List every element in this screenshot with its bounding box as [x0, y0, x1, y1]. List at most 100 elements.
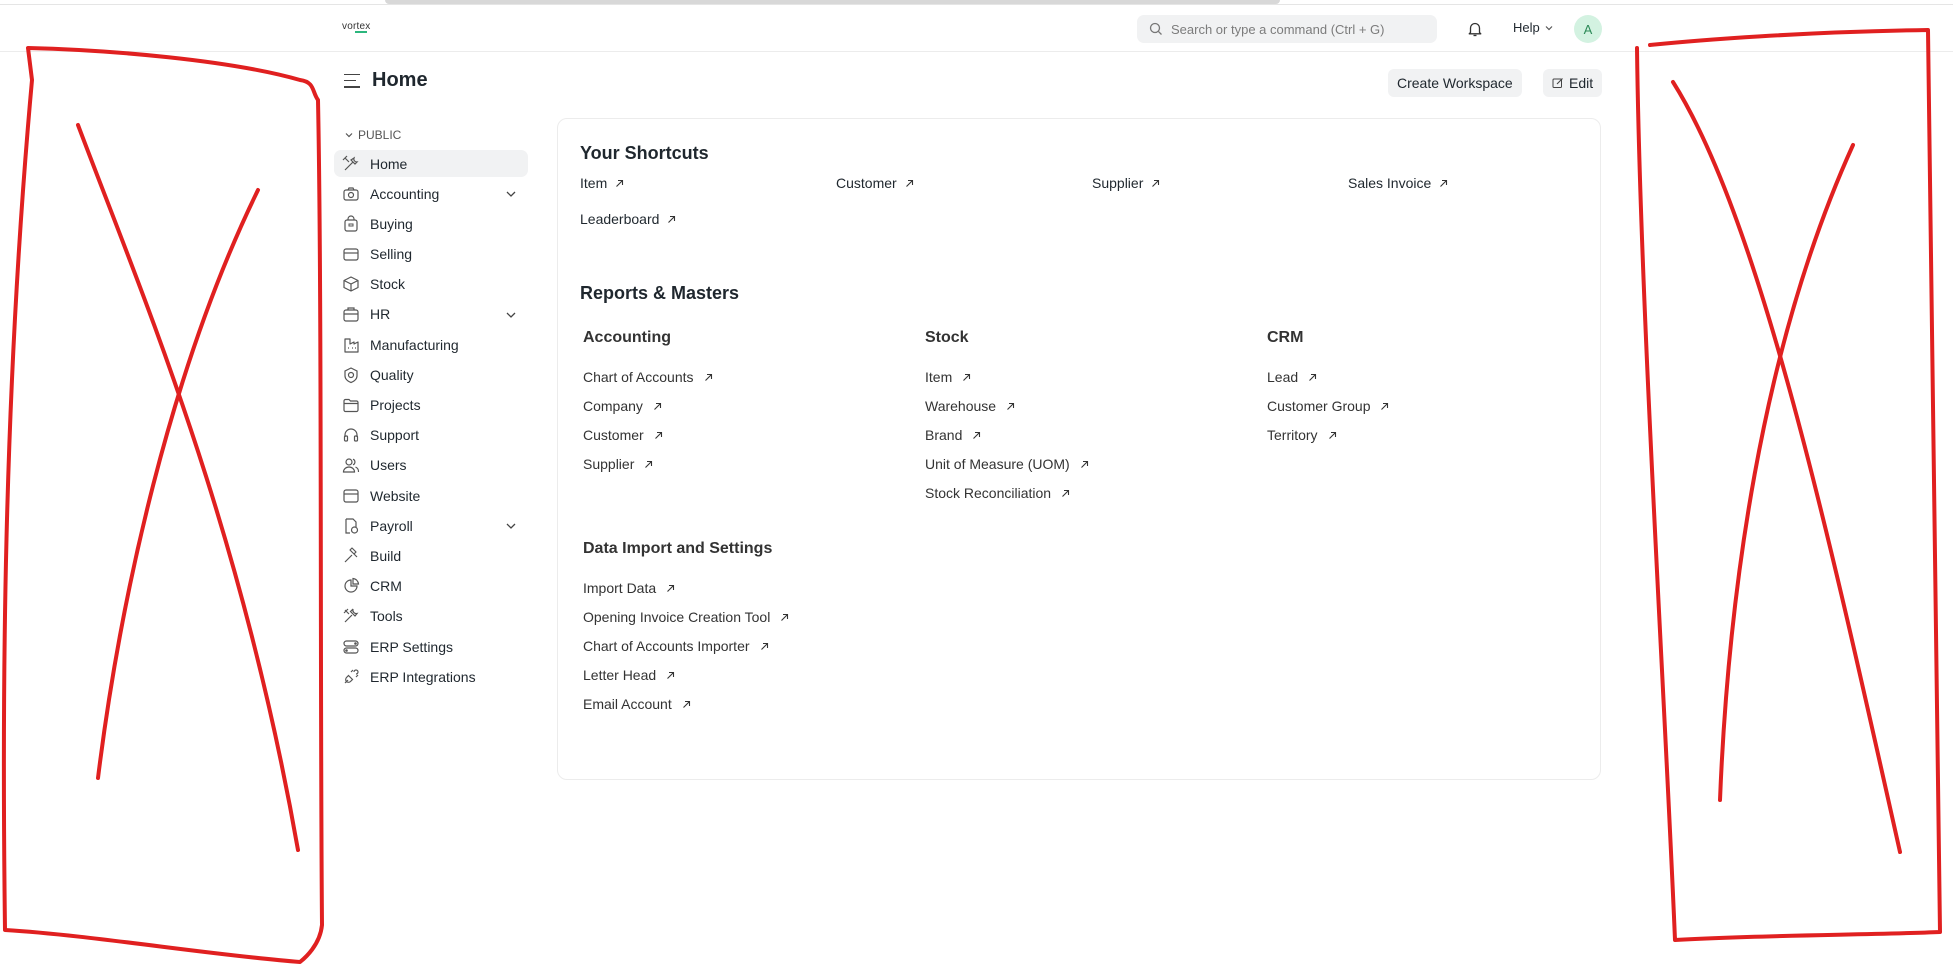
sidebar-item-label: Tools	[370, 608, 403, 625]
report-link-customer[interactable]: Customer	[583, 427, 663, 443]
report-link-chart-of-accounts[interactable]: Chart of Accounts	[583, 369, 713, 385]
shortcut-leaderboard[interactable]: Leaderboard	[580, 211, 676, 227]
sidebar-item-selling[interactable]: Selling	[334, 241, 528, 268]
report-link-label: Warehouse	[925, 398, 997, 414]
report-link-brand[interactable]: Brand	[925, 427, 981, 443]
report-link-chart-of-accounts-importer[interactable]: Chart of Accounts Importer	[583, 638, 769, 654]
pie-chart-icon	[342, 577, 360, 595]
report-link-territory[interactable]: Territory	[1267, 427, 1337, 443]
expand-toggle[interactable]	[505, 187, 517, 203]
external-arrow-icon	[963, 373, 971, 381]
report-link-customer-group[interactable]: Customer Group	[1267, 398, 1389, 414]
report-link-supplier[interactable]: Supplier	[583, 456, 653, 472]
reports-heading: Reports & Masters	[580, 283, 740, 303]
sidebar-item-erp-settings[interactable]: ERP Settings	[334, 633, 528, 660]
external-arrow-icon	[704, 373, 712, 381]
sidebar-item-tools[interactable]: Tools	[334, 603, 528, 630]
shortcut-customer[interactable]: Customer	[836, 175, 914, 191]
sidebar-item-erp-integrations[interactable]: ERP Integrations	[334, 663, 528, 690]
expand-toggle[interactable]	[505, 519, 517, 535]
search-icon	[1149, 22, 1162, 35]
report-link-label: Chart of Accounts Importer	[583, 638, 750, 654]
page-title: Home	[372, 69, 428, 91]
report-link-import-data[interactable]: Import Data	[583, 580, 675, 596]
report-group-title-accounting: Accounting	[583, 329, 671, 346]
scrollbar-thumb[interactable]	[385, 0, 1280, 4]
external-arrow-icon	[1007, 402, 1015, 410]
report-link-lead[interactable]: Lead	[1267, 369, 1317, 385]
report-link-item[interactable]: Item	[925, 369, 971, 385]
sidebar-item-label: ERP Integrations	[370, 668, 476, 685]
hamburger-menu-icon[interactable]	[344, 73, 360, 88]
shortcut-label: Customer	[836, 175, 897, 191]
report-link-label: Stock Reconciliation	[925, 485, 1052, 501]
user-avatar[interactable]: A	[1574, 15, 1602, 43]
sidebar-item-projects[interactable]: Projects	[334, 392, 528, 419]
sidebar-item-label: Build	[370, 547, 402, 564]
sidebar-item-build[interactable]: Build	[334, 542, 528, 569]
edit-button[interactable]: Edit	[1543, 69, 1603, 97]
external-arrow-icon	[781, 613, 789, 621]
report-link-label: Import Data	[583, 580, 657, 596]
app-logo[interactable]: vortex	[342, 21, 370, 33]
sidebar-item-home[interactable]: Home	[334, 150, 528, 177]
sidebar-item-label: Support	[370, 427, 420, 444]
card-icon	[342, 245, 360, 263]
section-toggle-public[interactable]: PUBLIC	[344, 126, 528, 144]
expand-toggle[interactable]	[505, 308, 517, 324]
report-link-letter-head[interactable]: Letter Head	[583, 667, 675, 683]
report-link-company[interactable]: Company	[583, 398, 662, 414]
external-arrow-icon	[616, 179, 624, 187]
report-link-opening-invoice-creation-tool[interactable]: Opening Invoice Creation Tool	[583, 609, 789, 625]
external-arrow-icon	[905, 179, 913, 187]
sidebar-item-website[interactable]: Website	[334, 482, 528, 509]
shortcut-supplier[interactable]: Supplier	[1092, 175, 1160, 191]
external-arrow-icon	[1062, 489, 1070, 497]
report-link-label: Customer Group	[1267, 398, 1371, 414]
report-link-label: Customer	[583, 427, 644, 443]
sidebar-item-label: Selling	[370, 246, 413, 263]
external-arrow-icon	[654, 402, 661, 410]
report-link-label: Territory	[1267, 427, 1318, 443]
sidebar-item-label: Stock	[370, 276, 406, 293]
report-link-warehouse[interactable]: Warehouse	[925, 398, 1015, 414]
sidebar-item-label: Accounting	[370, 185, 440, 202]
report-link-unit-of-measure-uom[interactable]: Unit of Measure (UOM)	[925, 456, 1089, 472]
create-workspace-button[interactable]: Create Workspace	[1388, 69, 1522, 97]
report-link-label: Item	[925, 369, 953, 385]
badge-icon	[342, 366, 360, 384]
sidebar-item-payroll[interactable]: Payroll	[334, 512, 528, 539]
sidebar-item-support[interactable]: Support	[334, 422, 528, 449]
help-menu[interactable]: Help	[1513, 20, 1554, 35]
shortcut-sales-invoice[interactable]: Sales Invoice	[1348, 175, 1448, 191]
sidebar-item-manufacturing[interactable]: Manufacturing	[334, 331, 528, 358]
chevron-down-icon	[506, 523, 516, 530]
sidebar-item-quality[interactable]: Quality	[334, 361, 528, 388]
hammer-icon	[342, 547, 360, 565]
external-arrow-icon	[973, 431, 981, 439]
report-link-label: Unit of Measure (UOM)	[925, 456, 1070, 472]
report-link-email-account[interactable]: Email Account	[583, 696, 691, 712]
external-arrow-icon	[1080, 460, 1088, 468]
external-arrow-icon	[667, 671, 675, 679]
logo-text: vortex	[342, 21, 371, 32]
search-input[interactable]	[1171, 21, 1421, 37]
bell-icon[interactable]	[1466, 20, 1484, 38]
search-bar[interactable]	[1137, 15, 1437, 43]
receipt-icon	[342, 517, 360, 535]
sidebar-item-label: CRM	[370, 578, 402, 595]
shortcut-label: Sales Invoice	[1348, 175, 1432, 191]
briefcase-icon	[342, 305, 360, 323]
sidebar-item-buying[interactable]: Buying	[334, 210, 528, 237]
external-arrow-icon	[654, 431, 662, 439]
sidebar-item-crm[interactable]: CRM	[334, 573, 528, 600]
shortcut-item[interactable]: Item	[580, 175, 624, 191]
sidebar-item-label: Manufacturing	[370, 336, 459, 353]
sidebar-item-stock[interactable]: Stock	[334, 271, 528, 298]
external-arrow-icon	[1381, 402, 1389, 410]
external-arrow-icon	[1309, 373, 1317, 381]
sidebar-item-accounting[interactable]: Accounting	[334, 180, 528, 207]
report-link-stock-reconciliation[interactable]: Stock Reconciliation	[925, 485, 1070, 501]
sidebar-item-users[interactable]: Users	[334, 452, 528, 479]
sidebar-item-hr[interactable]: HR	[334, 301, 528, 328]
